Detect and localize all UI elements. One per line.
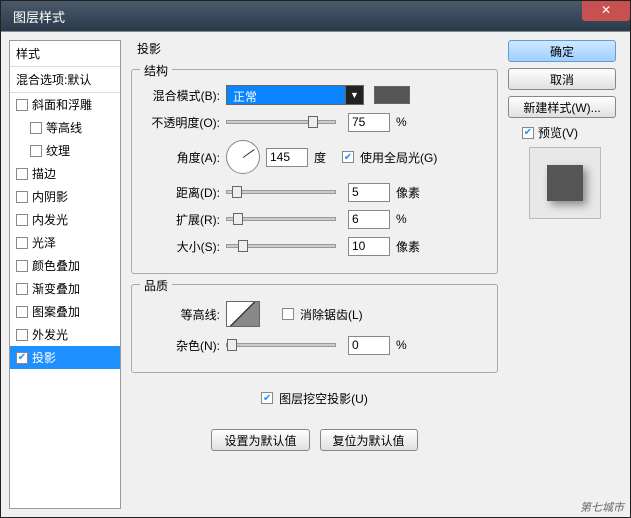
preview-checkbox[interactable]: ✔ xyxy=(522,127,534,139)
style-item-satin[interactable]: 光泽 xyxy=(10,231,120,254)
style-checkbox-dropshadow[interactable]: ✔ xyxy=(16,352,28,364)
blending-options-header[interactable]: 混合选项:默认 xyxy=(10,67,120,93)
knockout-label: 图层挖空投影(U) xyxy=(279,390,368,407)
angle-label: 角度(A): xyxy=(142,149,220,166)
ok-button[interactable]: 确定 xyxy=(508,40,616,62)
style-item-innershadow[interactable]: 内阴影 xyxy=(10,185,120,208)
blend-mode-value: 正常 xyxy=(226,85,346,105)
style-label-innerglow: 内发光 xyxy=(32,211,68,228)
spread-input[interactable] xyxy=(348,210,390,229)
style-checkbox-coloroverlay[interactable] xyxy=(16,260,28,272)
watermark: 第七城市 xyxy=(580,499,624,515)
style-checkbox-innerglow[interactable] xyxy=(16,214,28,226)
quality-legend: 品质 xyxy=(140,277,172,294)
titlebar[interactable]: 图层样式 ✕ xyxy=(1,1,630,31)
style-label-dropshadow: 投影 xyxy=(32,349,56,366)
opacity-input[interactable] xyxy=(348,113,390,132)
style-item-gradientoverlay[interactable]: 渐变叠加 xyxy=(10,277,120,300)
style-item-dropshadow[interactable]: ✔ 投影 xyxy=(10,346,120,369)
noise-label: 杂色(N): xyxy=(142,337,220,354)
style-list: 样式 混合选项:默认 斜面和浮雕等高线纹理描边内阴影内发光光泽颜色叠加渐变叠加图… xyxy=(9,40,121,509)
preview-box xyxy=(529,147,601,219)
distance-input[interactable] xyxy=(348,183,390,202)
style-checkbox-stroke[interactable] xyxy=(16,168,28,180)
style-label-patternoverlay: 图案叠加 xyxy=(32,303,80,320)
style-label-innershadow: 内阴影 xyxy=(32,188,68,205)
style-label-outerglow: 外发光 xyxy=(32,326,68,343)
distance-label: 距离(D): xyxy=(142,184,220,201)
opacity-slider[interactable] xyxy=(226,120,336,124)
knockout-checkbox[interactable]: ✔ xyxy=(261,392,273,404)
style-label-gradientoverlay: 渐变叠加 xyxy=(32,280,80,297)
style-checkbox-bevel[interactable] xyxy=(16,99,28,111)
style-checkbox-satin[interactable] xyxy=(16,237,28,249)
spread-label: 扩展(R): xyxy=(142,211,220,228)
style-item-bevel[interactable]: 斜面和浮雕 xyxy=(10,93,120,116)
reset-default-button[interactable]: 复位为默认值 xyxy=(320,429,418,451)
style-item-texture[interactable]: 纹理 xyxy=(10,139,120,162)
style-label-texture: 纹理 xyxy=(46,142,70,159)
size-unit: 像素 xyxy=(396,238,420,255)
noise-input[interactable] xyxy=(348,336,390,355)
cancel-button[interactable]: 取消 xyxy=(508,68,616,90)
style-item-coloroverlay[interactable]: 颜色叠加 xyxy=(10,254,120,277)
spread-slider[interactable] xyxy=(226,217,336,221)
style-checkbox-innershadow[interactable] xyxy=(16,191,28,203)
style-label-stroke: 描边 xyxy=(32,165,56,182)
size-input[interactable] xyxy=(348,237,390,256)
spread-unit: % xyxy=(396,212,418,226)
distance-slider[interactable] xyxy=(226,190,336,194)
contour-label: 等高线: xyxy=(142,306,220,323)
shadow-color-swatch[interactable] xyxy=(374,86,410,104)
style-item-patternoverlay[interactable]: 图案叠加 xyxy=(10,300,120,323)
preview-label: 预览(V) xyxy=(538,124,578,141)
noise-slider[interactable] xyxy=(226,343,336,347)
chevron-down-icon[interactable]: ▼ xyxy=(346,85,364,105)
antialias-checkbox[interactable] xyxy=(282,308,294,320)
angle-unit: 度 xyxy=(314,149,336,166)
quality-group: 品质 等高线: 消除锯齿(L) 杂色(N): % xyxy=(131,284,498,373)
right-panel: 确定 取消 新建样式(W)... ✔ 预览(V) xyxy=(508,40,622,509)
global-light-label: 使用全局光(G) xyxy=(360,149,437,166)
antialias-label: 消除锯齿(L) xyxy=(300,306,363,323)
style-item-contour[interactable]: 等高线 xyxy=(10,116,120,139)
size-label: 大小(S): xyxy=(142,238,220,255)
structure-group: 结构 混合模式(B): 正常 ▼ 不透明度(O): % 角度(A) xyxy=(131,69,498,274)
distance-unit: 像素 xyxy=(396,184,420,201)
style-item-outerglow[interactable]: 外发光 xyxy=(10,323,120,346)
style-item-innerglow[interactable]: 内发光 xyxy=(10,208,120,231)
styles-header[interactable]: 样式 xyxy=(10,41,120,67)
style-checkbox-texture[interactable] xyxy=(30,145,42,157)
style-item-stroke[interactable]: 描边 xyxy=(10,162,120,185)
blend-mode-label: 混合模式(B): xyxy=(142,87,220,104)
size-slider[interactable] xyxy=(226,244,336,248)
preview-swatch xyxy=(547,165,583,201)
style-checkbox-patternoverlay[interactable] xyxy=(16,306,28,318)
new-style-button[interactable]: 新建样式(W)... xyxy=(508,96,616,118)
angle-dial[interactable] xyxy=(226,140,260,174)
opacity-unit: % xyxy=(396,115,418,129)
style-checkbox-contour[interactable] xyxy=(30,122,42,134)
style-checkbox-gradientoverlay[interactable] xyxy=(16,283,28,295)
settings-panel: 投影 结构 混合模式(B): 正常 ▼ 不透明度(O): % xyxy=(129,40,500,509)
structure-legend: 结构 xyxy=(140,62,172,79)
contour-picker[interactable] xyxy=(226,301,260,327)
blend-mode-dropdown[interactable]: 正常 ▼ xyxy=(226,85,364,105)
global-light-checkbox[interactable]: ✔ xyxy=(342,151,354,163)
opacity-label: 不透明度(O): xyxy=(142,114,220,131)
close-button[interactable]: ✕ xyxy=(582,1,630,21)
layer-style-dialog: 图层样式 ✕ 样式 混合选项:默认 斜面和浮雕等高线纹理描边内阴影内发光光泽颜色… xyxy=(0,0,631,518)
style-label-bevel: 斜面和浮雕 xyxy=(32,96,92,113)
angle-input[interactable] xyxy=(266,148,308,167)
style-checkbox-outerglow[interactable] xyxy=(16,329,28,341)
make-default-button[interactable]: 设置为默认值 xyxy=(211,429,309,451)
style-label-contour: 等高线 xyxy=(46,119,82,136)
noise-unit: % xyxy=(396,338,418,352)
style-label-satin: 光泽 xyxy=(32,234,56,251)
window-title: 图层样式 xyxy=(13,7,65,26)
section-title: 投影 xyxy=(137,40,500,57)
style-label-coloroverlay: 颜色叠加 xyxy=(32,257,80,274)
